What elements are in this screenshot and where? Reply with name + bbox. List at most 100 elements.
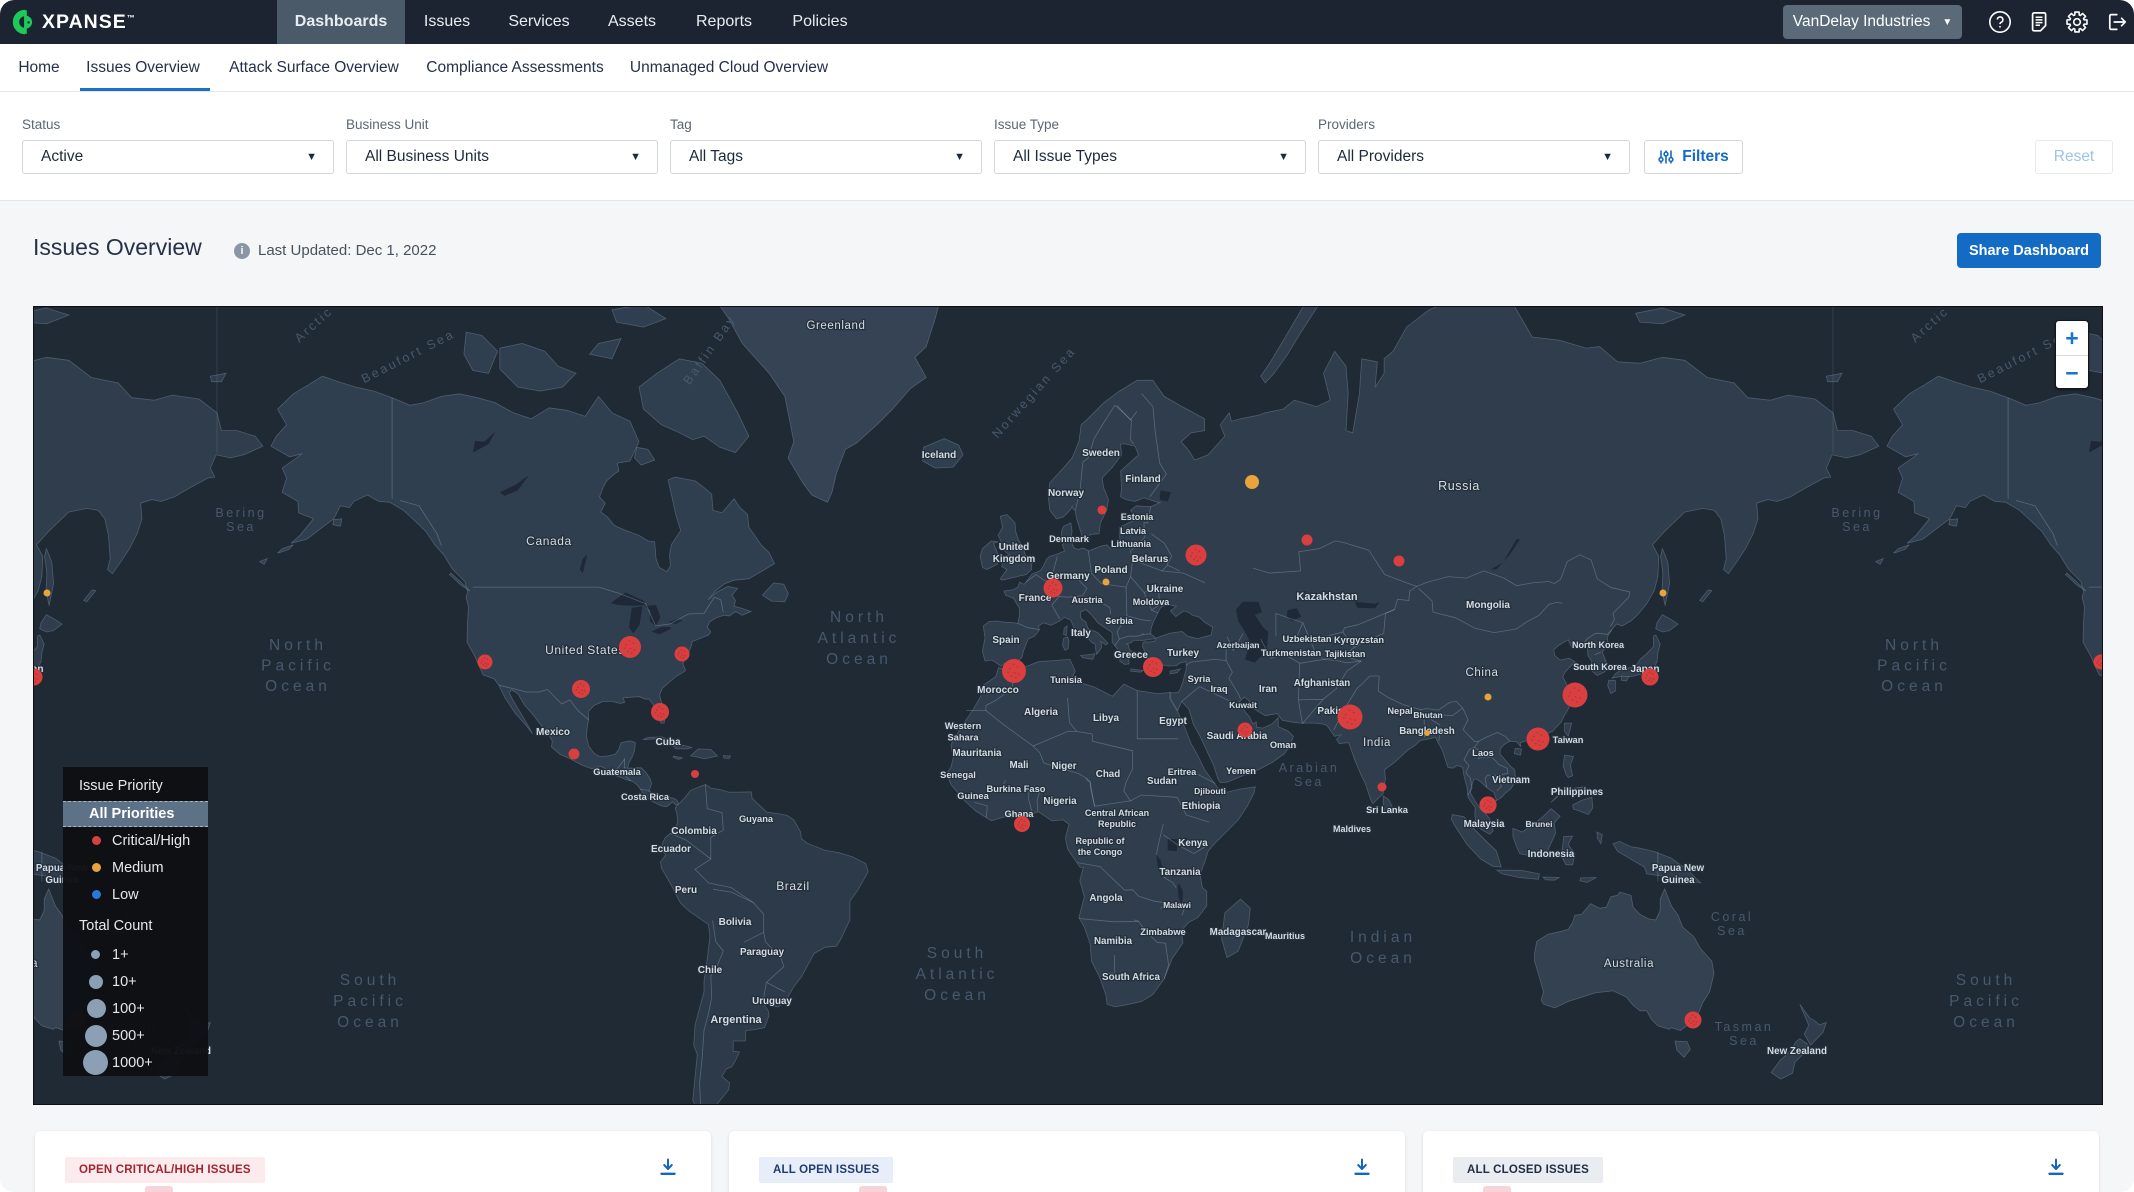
svg-text:Malaysia: Malaysia [1464, 819, 1505, 830]
svg-text:Philippines: Philippines [1551, 787, 1604, 798]
svg-text:Chad: Chad [1096, 769, 1121, 780]
svg-text:Lithuania: Lithuania [1111, 539, 1152, 549]
svg-text:Morocco: Morocco [977, 685, 1019, 696]
svg-text:Argentina: Argentina [710, 1014, 762, 1026]
svg-text:Sea: Sea [1729, 1034, 1759, 1048]
svg-text:Algeria: Algeria [1024, 707, 1058, 718]
svg-text:Indian: Indian [1350, 929, 1416, 946]
svg-text:Niger: Niger [1051, 761, 1076, 772]
svg-text:Moldova: Moldova [1133, 597, 1170, 607]
svg-text:Atlantic: Atlantic [818, 630, 901, 647]
svg-text:Central African: Central African [1085, 808, 1149, 818]
svg-text:Mongolia: Mongolia [1466, 600, 1510, 611]
svg-text:Costa Rica: Costa Rica [621, 792, 670, 802]
svg-text:Serbia: Serbia [1105, 616, 1134, 626]
svg-text:Russia: Russia [1438, 479, 1480, 493]
svg-text:Sahara: Sahara [947, 732, 979, 742]
svg-text:Vietnam: Vietnam [1492, 775, 1530, 786]
svg-text:Bhutan: Bhutan [1413, 710, 1442, 720]
svg-text:Egypt: Egypt [1159, 716, 1187, 727]
svg-text:Mauritania: Mauritania [953, 748, 1003, 759]
svg-text:Cuba: Cuba [656, 737, 681, 748]
svg-text:Yemen: Yemen [1226, 766, 1256, 776]
svg-text:Namibia: Namibia [1094, 936, 1133, 947]
svg-text:Burkina Faso: Burkina Faso [987, 784, 1046, 794]
svg-text:Angola: Angola [1089, 893, 1123, 904]
svg-text:Ukraine: Ukraine [1147, 584, 1184, 595]
svg-text:Malawi: Malawi [1163, 900, 1191, 910]
svg-text:Tanzania: Tanzania [1159, 867, 1201, 878]
svg-text:South: South [927, 945, 988, 962]
svg-text:Austria: Austria [1071, 595, 1103, 605]
svg-text:Saudi Arabia: Saudi Arabia [1207, 731, 1268, 742]
svg-text:Guyana: Guyana [739, 814, 774, 824]
svg-text:India: India [1363, 737, 1391, 749]
svg-text:Italy: Italy [1071, 628, 1091, 639]
svg-text:Libya: Libya [1093, 713, 1120, 724]
svg-text:North: North [269, 637, 327, 654]
svg-text:Sri Lanka: Sri Lanka [1366, 805, 1409, 815]
svg-text:Iran: Iran [1259, 684, 1277, 695]
svg-text:North Korea: North Korea [1572, 640, 1625, 650]
svg-text:United States: United States [545, 643, 625, 657]
svg-text:Tajikistan: Tajikistan [1325, 649, 1366, 659]
svg-text:Syria: Syria [1188, 674, 1212, 684]
svg-text:Sweden: Sweden [1082, 448, 1120, 459]
svg-text:Iceland: Iceland [922, 450, 956, 461]
svg-text:Pacific: Pacific [333, 993, 407, 1010]
svg-text:the Congo: the Congo [1078, 847, 1123, 857]
svg-text:Turkmenistan: Turkmenistan [1261, 648, 1322, 658]
svg-text:Arabian: Arabian [1279, 761, 1340, 775]
svg-text:Uzbekistan: Uzbekistan [1282, 634, 1331, 644]
svg-text:Kyrgyzstan: Kyrgyzstan [1334, 635, 1384, 645]
svg-text:Taiwan: Taiwan [1553, 735, 1584, 745]
svg-text:Oman: Oman [1270, 740, 1297, 750]
svg-text:Uruguay: Uruguay [752, 996, 792, 1007]
svg-text:Ocean: Ocean [924, 987, 990, 1004]
svg-text:Tasman: Tasman [1715, 1020, 1774, 1034]
svg-text:Bolivia: Bolivia [719, 917, 752, 928]
svg-text:Western: Western [945, 721, 982, 731]
svg-text:Guatemala: Guatemala [593, 767, 641, 777]
svg-text:Brunei: Brunei [1526, 819, 1553, 829]
svg-text:Tunisia: Tunisia [1050, 675, 1083, 685]
svg-text:Azerbaijan: Azerbaijan [1217, 640, 1260, 650]
svg-text:Iraq: Iraq [1210, 684, 1227, 694]
svg-text:Sea: Sea [226, 520, 256, 534]
svg-text:South: South [340, 972, 401, 989]
svg-text:Colombia: Colombia [671, 826, 717, 837]
svg-text:Kingdom: Kingdom [993, 554, 1036, 565]
svg-text:Senegal: Senegal [940, 770, 976, 780]
svg-text:Ecuador: Ecuador [651, 844, 691, 855]
svg-text:Latvia: Latvia [1120, 526, 1147, 536]
svg-text:Brazil: Brazil [776, 879, 810, 893]
svg-text:Maldives: Maldives [1333, 824, 1371, 834]
svg-text:Afghanistan: Afghanistan [1294, 678, 1351, 689]
svg-text:North: North [830, 609, 888, 626]
svg-text:Spain: Spain [992, 635, 1019, 646]
svg-text:Denmark: Denmark [1049, 534, 1090, 544]
svg-text:Poland: Poland [1094, 565, 1127, 576]
svg-text:Indonesia: Indonesia [1528, 849, 1575, 860]
svg-text:Mauritius: Mauritius [1265, 931, 1305, 941]
svg-text:Laos: Laos [1472, 748, 1494, 758]
svg-text:Djibouti: Djibouti [1194, 786, 1226, 796]
svg-text:Nigeria: Nigeria [1043, 796, 1077, 807]
svg-text:Sea: Sea [1294, 775, 1324, 789]
svg-text:Kazakhstan: Kazakhstan [1296, 591, 1357, 603]
svg-text:Ethiopia: Ethiopia [1182, 801, 1221, 812]
svg-text:Sea: Sea [1717, 924, 1747, 938]
svg-text:Estonia: Estonia [1121, 512, 1155, 522]
svg-text:Guinea: Guinea [1661, 875, 1695, 886]
svg-text:China: China [1465, 667, 1498, 679]
svg-text:South Korea: South Korea [1573, 662, 1627, 672]
svg-text:Pacific: Pacific [261, 658, 335, 675]
svg-text:Australia: Australia [1604, 958, 1654, 970]
svg-text:Sudan: Sudan [1147, 776, 1177, 787]
svg-text:Ocean: Ocean [265, 678, 331, 695]
svg-text:Ocean: Ocean [826, 651, 892, 668]
svg-text:Mali: Mali [1009, 760, 1028, 771]
svg-text:Eritrea: Eritrea [1168, 767, 1198, 777]
svg-text:Atlantic: Atlantic [916, 966, 999, 983]
svg-text:Finland: Finland [1125, 474, 1161, 485]
